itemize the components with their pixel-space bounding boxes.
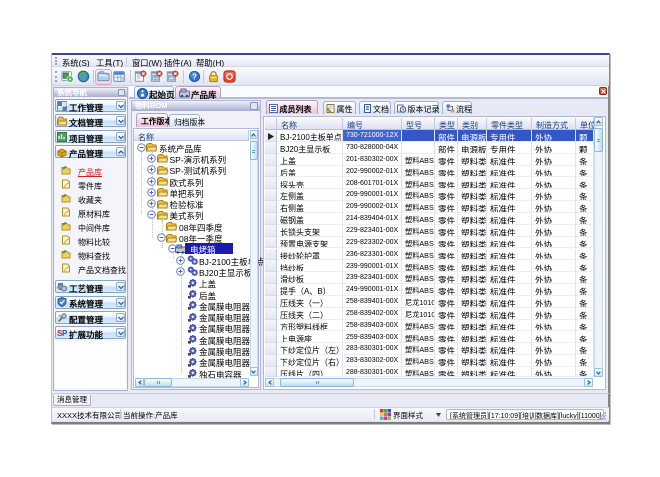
svg-text:P: P <box>62 329 67 338</box>
svg-text:?: ? <box>192 72 197 81</box>
